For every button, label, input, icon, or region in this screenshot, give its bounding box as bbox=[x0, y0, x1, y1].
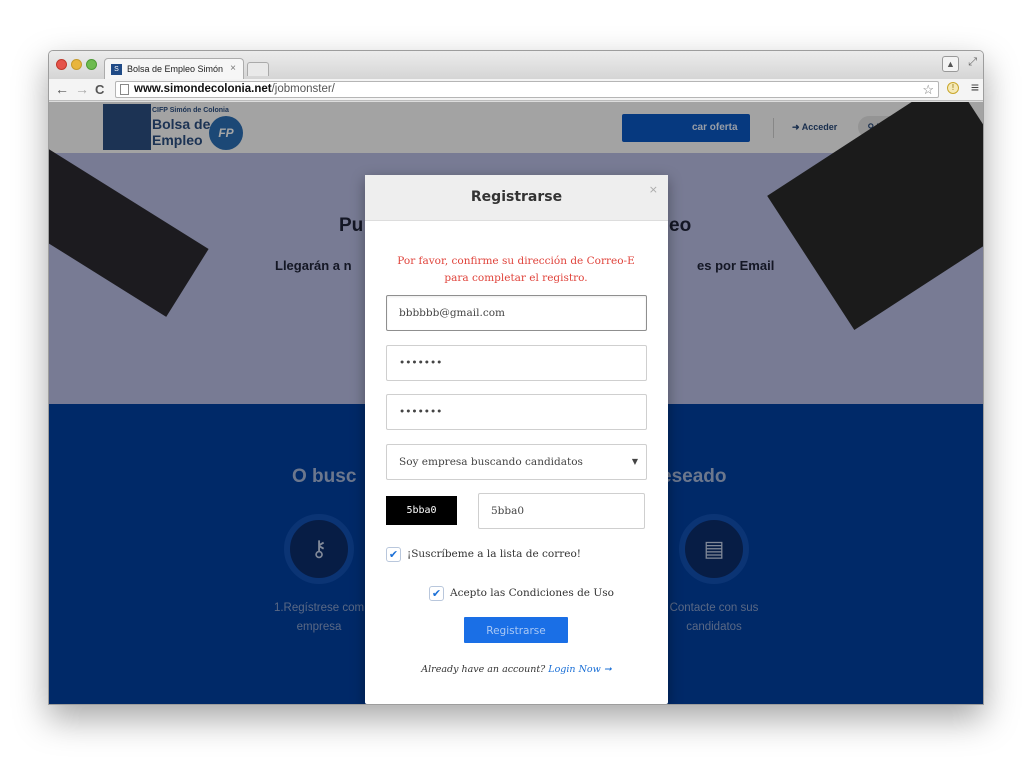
maximize-window-button[interactable] bbox=[86, 59, 97, 70]
captcha-image: 5bba0 bbox=[386, 496, 457, 525]
back-arrow-icon[interactable]: ← bbox=[55, 81, 69, 98]
title-bar: S Bolsa de Empleo Simón de × ▲ ⤢ bbox=[49, 51, 983, 80]
tab-title: Bolsa de Empleo Simón de bbox=[127, 64, 223, 74]
login-now-link[interactable]: Login Now ➞ bbox=[548, 664, 611, 675]
url-path: /jobmonster/ bbox=[271, 83, 335, 95]
favicon-icon: S bbox=[111, 64, 122, 75]
minimize-window-button[interactable] bbox=[71, 59, 82, 70]
url-host: www.simondecolonia.net bbox=[134, 83, 272, 95]
close-icon[interactable]: × bbox=[649, 183, 658, 196]
browser-window: S Bolsa de Empleo Simón de × ▲ ⤢ ← → C w… bbox=[48, 50, 984, 705]
terms-label: Acepto las Condiciones de Uso bbox=[450, 587, 614, 599]
confirm-email-notice: Por favor, confirme su dirección de Corr… bbox=[397, 255, 635, 284]
caret-down-icon: ▼ bbox=[631, 457, 638, 466]
fullscreen-icon[interactable]: ⤢ bbox=[968, 56, 977, 69]
password-field[interactable] bbox=[386, 345, 647, 381]
modal-header: Registrarse × bbox=[365, 175, 668, 221]
register-submit-button[interactable]: Registrarse bbox=[464, 617, 568, 643]
captcha-input[interactable] bbox=[478, 493, 645, 529]
reload-icon[interactable]: C bbox=[95, 81, 104, 98]
tab-close-icon[interactable]: × bbox=[230, 63, 236, 74]
account-type-select[interactable]: Soy empresa buscando candidatos ▼ bbox=[386, 444, 647, 480]
password-confirm-field[interactable] bbox=[386, 394, 647, 430]
newsletter-label: ¡Suscríbeme a la lista de correo! bbox=[407, 548, 582, 560]
newsletter-checkbox[interactable]: ✔ bbox=[386, 547, 401, 562]
login-prompt: Already have an account? Login Now ➞ bbox=[365, 664, 668, 675]
browser-tab[interactable]: S Bolsa de Empleo Simón de × bbox=[104, 58, 244, 80]
terms-checkbox[interactable]: ✔ bbox=[429, 586, 444, 601]
browser-menu-icon[interactable]: ≡ bbox=[971, 79, 979, 95]
register-modal: Registrarse × Por favor, confirme su dir… bbox=[365, 175, 668, 704]
bookmark-star-icon[interactable]: ☆ bbox=[922, 82, 934, 97]
web-page: CIFP Simón de Colonia Bolsa de Empleo FP… bbox=[49, 102, 983, 704]
email-field[interactable] bbox=[386, 295, 647, 331]
forward-arrow-icon[interactable]: → bbox=[75, 81, 89, 98]
extension-icon[interactable]: ! bbox=[947, 82, 959, 94]
login-prompt-text: Already have an account? bbox=[421, 664, 546, 675]
modal-title: Registrarse bbox=[470, 189, 563, 205]
page-icon bbox=[120, 84, 129, 95]
new-tab-button[interactable] bbox=[247, 62, 269, 76]
account-type-value: Soy empresa buscando candidatos bbox=[399, 456, 583, 468]
browser-toolbar: ← → C www.simondecolonia.net/jobmonster/… bbox=[49, 79, 983, 101]
user-profile-icon[interactable]: ▲ bbox=[942, 56, 959, 72]
close-window-button[interactable] bbox=[56, 59, 67, 70]
address-bar[interactable]: www.simondecolonia.net/jobmonster/ ☆ bbox=[115, 81, 939, 98]
